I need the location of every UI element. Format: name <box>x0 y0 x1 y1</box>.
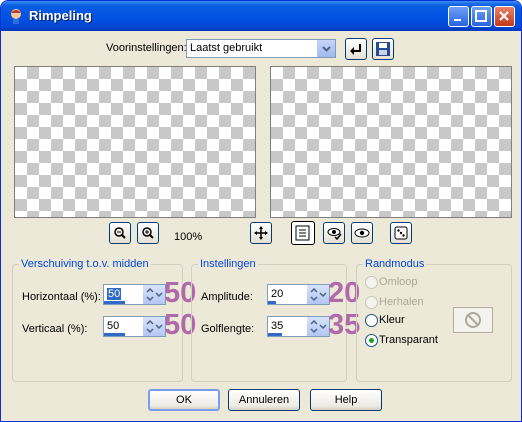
vertical-label: Verticaal (%): <box>22 323 88 335</box>
horizontal-value[interactable]: 50 <box>107 288 122 300</box>
radio-color-label[interactable]: Kleur <box>379 314 405 326</box>
presets-value: Laatst gebruikt <box>190 42 263 54</box>
spin-up-down-icon[interactable] <box>307 317 329 336</box>
proof-button[interactable] <box>323 222 345 244</box>
wavelength-label: Golflengte: <box>201 323 255 335</box>
save-preset-button[interactable] <box>372 38 394 60</box>
minimize-button[interactable] <box>448 6 469 27</box>
radio-wrap[interactable] <box>365 276 378 289</box>
pan-button[interactable] <box>250 222 272 244</box>
window-title: Rimpeling <box>29 8 92 23</box>
spin-up-down-icon[interactable] <box>143 285 165 304</box>
close-icon <box>499 11 509 21</box>
wavelength-spinner[interactable]: 35 <box>267 316 330 337</box>
spin-up-down-icon[interactable] <box>307 285 329 304</box>
minimize-icon <box>454 19 461 21</box>
load-preset-button[interactable] <box>345 38 367 60</box>
horizontal-label: Horizontaal (%): <box>22 291 101 303</box>
radio-wrap-label[interactable]: Omloop <box>379 276 418 288</box>
prohibited-icon <box>465 312 481 328</box>
edge-color-swatch <box>453 307 493 333</box>
app-icon <box>11 9 21 24</box>
original-preview[interactable] <box>14 66 256 218</box>
radio-color[interactable] <box>365 314 378 327</box>
vertical-slider-bar[interactable] <box>104 333 125 336</box>
dialog-window: Rimpeling Voorinstellingen: Laatst gebru… <box>0 0 522 422</box>
radio-transparent-label[interactable]: Transparant <box>379 334 438 346</box>
move-icon <box>254 226 268 240</box>
radio-selected-dot <box>369 338 374 343</box>
close-button[interactable] <box>494 6 515 27</box>
maximize-button[interactable] <box>471 6 492 27</box>
maximize-icon <box>475 10 487 22</box>
chevron-down-icon[interactable] <box>317 40 335 57</box>
zoom-out-icon <box>114 227 126 239</box>
spin-up-down-icon[interactable] <box>143 317 165 336</box>
amplitude-spinner[interactable]: 20 <box>267 284 330 305</box>
ok-button[interactable]: OK <box>148 389 220 411</box>
amplitude-value[interactable]: 20 <box>271 288 283 300</box>
settings-group-label: Instellingen <box>198 258 258 270</box>
radio-transparent[interactable] <box>365 334 378 347</box>
amplitude-label: Amplitude: <box>201 291 253 303</box>
horizontal-spinner[interactable]: 50 <box>103 284 166 305</box>
eye-icon <box>354 228 370 238</box>
radio-repeat-label[interactable]: Herhalen <box>379 296 424 308</box>
list-view-icon <box>295 225 310 241</box>
auto-proof-button[interactable] <box>351 222 373 244</box>
load-arrow-icon <box>350 44 361 55</box>
radio-repeat[interactable] <box>365 296 378 309</box>
amplitude-slider-bar[interactable] <box>268 301 277 304</box>
zoom-in-icon <box>142 227 154 239</box>
zoom-level: 100% <box>174 231 203 243</box>
vertical-value[interactable]: 50 <box>107 320 119 332</box>
cancel-button[interactable]: Annuleren <box>228 389 300 411</box>
title-bar[interactable]: Rimpeling <box>1 1 521 31</box>
toggle-preview-button[interactable] <box>291 221 315 245</box>
dice-icon <box>394 226 408 240</box>
displacement-group-label: Verschuiving t.o.v. midden <box>19 258 151 270</box>
presets-dropdown[interactable]: Laatst gebruikt <box>186 39 336 58</box>
wavelength-value[interactable]: 35 <box>271 320 283 332</box>
vertical-spinner[interactable]: 50 <box>103 316 166 337</box>
result-preview <box>270 66 512 218</box>
wavelength-slider-bar[interactable] <box>268 333 283 336</box>
randomize-button[interactable] <box>390 222 412 244</box>
horizontal-slider-bar[interactable] <box>104 301 125 304</box>
edge-mode-group-label: Randmodus <box>363 258 427 270</box>
zoom-out-button[interactable] <box>109 222 131 244</box>
help-button[interactable]: Help <box>310 389 382 411</box>
floppy-disk-icon <box>376 42 390 56</box>
eye-check-icon <box>327 228 342 241</box>
zoom-in-button[interactable] <box>137 222 159 244</box>
presets-label: Voorinstellingen: <box>106 42 187 54</box>
